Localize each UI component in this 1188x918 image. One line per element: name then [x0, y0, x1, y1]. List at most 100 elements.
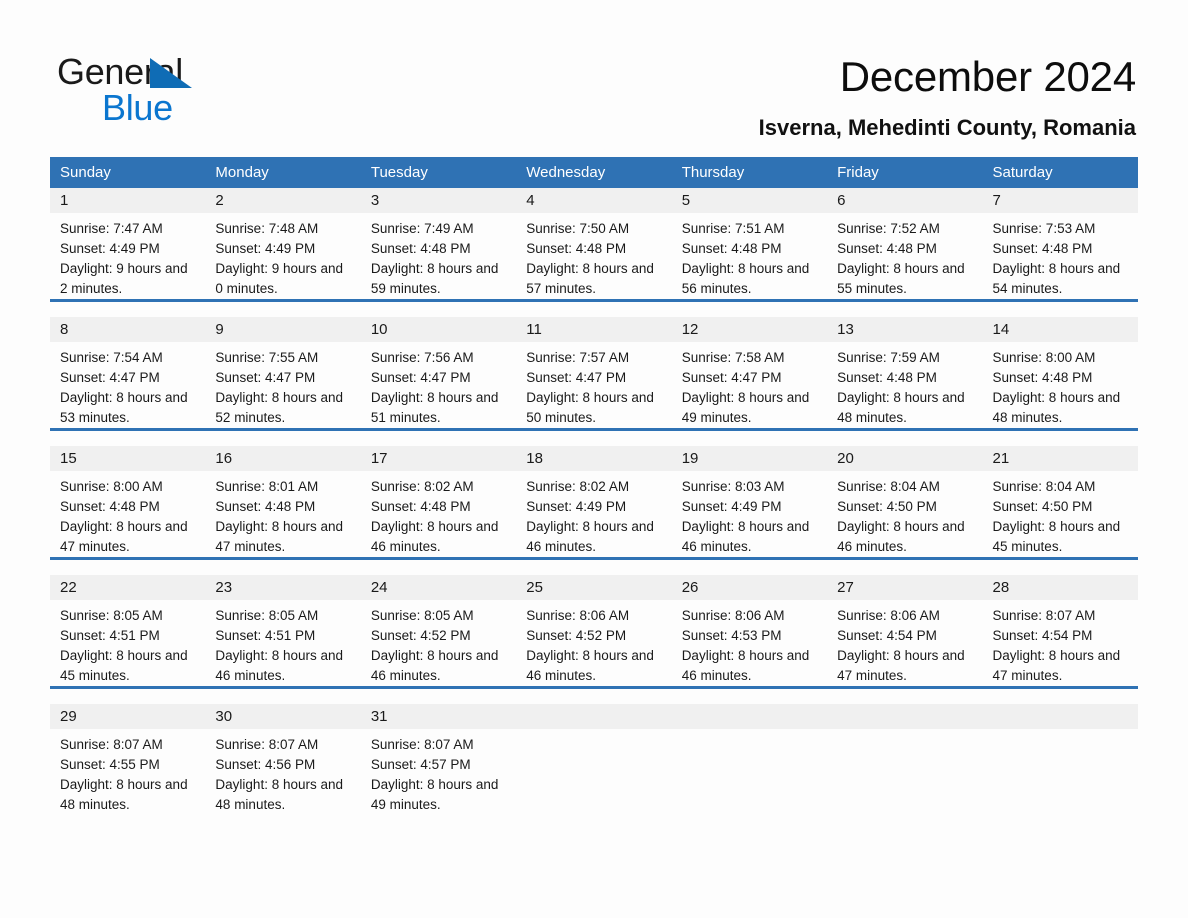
sunrise-text: Sunrise: 8:01 AM	[215, 479, 319, 494]
weekday-header-wednesday: Wednesday	[526, 164, 606, 181]
sunset-text: Sunset: 4:50 PM	[837, 499, 937, 514]
day-number[interactable]: 5	[672, 188, 827, 213]
day-number[interactable]: 18	[516, 446, 671, 471]
day-cell[interactable]: Sunrise: 8:06 AM Sunset: 4:53 PM Daylight:…	[672, 600, 827, 686]
day-cell[interactable]: Sunrise: 8:03 AM Sunset: 4:49 PM Daylight:…	[672, 471, 827, 557]
day-number[interactable]: 16	[205, 446, 360, 471]
day-number[interactable]: 26	[672, 575, 827, 600]
day-cell[interactable]: Sunrise: 7:57 AM Sunset: 4:47 PM Daylight:…	[516, 342, 671, 428]
day-number[interactable]: 6	[827, 188, 982, 213]
sunrise-text: Sunrise: 8:06 AM	[837, 608, 940, 623]
day-number[interactable]: 11	[516, 317, 671, 342]
day-cell[interactable]: Sunrise: 7:56 AM Sunset: 4:47 PM Daylight:…	[361, 342, 516, 428]
day-number[interactable]: 14	[983, 317, 1138, 342]
day-cell[interactable]: Sunrise: 7:47 AM Sunset: 4:49 PM Daylight:…	[50, 213, 205, 299]
day-number[interactable]: 25	[516, 575, 671, 600]
day-detail-row: Sunrise: 7:47 AM Sunset: 4:49 PM Daylight:…	[50, 213, 1138, 299]
day-cell[interactable]: Sunrise: 8:02 AM Sunset: 4:48 PM Daylight:…	[361, 471, 516, 557]
day-cell[interactable]: Sunrise: 8:06 AM Sunset: 4:52 PM Daylight:…	[516, 600, 671, 686]
day-number[interactable]: 28	[983, 575, 1138, 600]
daylight-text: Daylight: 8 hours and 46 minutes.	[681, 519, 810, 554]
sunset-text: Sunset: 4:49 PM	[215, 241, 316, 256]
day-detail-row: Sunrise: 8:05 AM Sunset: 4:51 PM Daylight:…	[50, 600, 1138, 686]
day-number[interactable]: 1	[50, 188, 205, 213]
daylight-text: Daylight: 8 hours and 48 minutes.	[837, 390, 965, 425]
day-number[interactable]: 27	[827, 575, 982, 600]
day-number[interactable]: 17	[361, 446, 516, 471]
daylight-text: Daylight: 8 hours and 55 minutes.	[837, 261, 965, 296]
day-cell[interactable]: Sunrise: 8:00 AM Sunset: 4:48 PM Daylight:…	[50, 471, 205, 557]
day-number[interactable]: 9	[205, 317, 360, 342]
day-cell[interactable]: Sunrise: 7:54 AM Sunset: 4:47 PM Daylight:…	[50, 342, 205, 428]
daylight-text: Daylight: 8 hours and 48 minutes.	[215, 777, 343, 812]
sunrise-text: Sunrise: 7:53 AM	[992, 221, 1096, 236]
day-number[interactable]: 4	[516, 188, 671, 213]
day-cell[interactable]: Sunrise: 8:04 AM Sunset: 4:50 PM Daylight:…	[983, 471, 1138, 557]
sunrise-text: Sunrise: 7:56 AM	[370, 350, 474, 365]
day-cell[interactable]: Sunrise: 8:01 AM Sunset: 4:48 PM Daylight:…	[205, 471, 360, 557]
daylight-text: Daylight: 8 hours and 47 minutes.	[837, 648, 965, 683]
day-cell[interactable]: Sunrise: 8:07 AM Sunset: 4:55 PM Daylight:…	[50, 729, 205, 815]
day-cell[interactable]: Sunrise: 7:48 AM Sunset: 4:49 PM Daylight:…	[205, 213, 360, 299]
sunset-text: Sunset: 4:49 PM	[526, 499, 627, 514]
day-cell[interactable]: Sunrise: 8:06 AM Sunset: 4:54 PM Daylight:…	[827, 600, 982, 686]
sunset-text: Sunset: 4:56 PM	[215, 757, 316, 772]
daylight-text: Daylight: 8 hours and 51 minutes.	[370, 390, 499, 425]
day-number-row: 8 9 10 11 12 13 14	[50, 317, 1138, 342]
day-cell[interactable]: Sunrise: 7:58 AM Sunset: 4:47 PM Daylight:…	[672, 342, 827, 428]
day-cell[interactable]: Sunrise: 8:05 AM Sunset: 4:51 PM Daylight:…	[205, 600, 360, 686]
day-cell[interactable]: Sunrise: 8:07 AM Sunset: 4:56 PM Daylight:…	[205, 729, 360, 815]
sunrise-text: Sunrise: 8:05 AM	[370, 608, 474, 623]
day-number[interactable]: 19	[672, 446, 827, 471]
day-cell[interactable]: Sunrise: 7:51 AM Sunset: 4:48 PM Daylight:…	[672, 213, 827, 299]
day-number[interactable]: 13	[827, 317, 982, 342]
sunrise-text: Sunrise: 8:04 AM	[837, 479, 940, 494]
day-cell[interactable]: Sunrise: 8:04 AM Sunset: 4:50 PM Daylight:…	[827, 471, 982, 557]
page-subtitle: Isverna, Mehedinti County, Romania	[758, 115, 1136, 140]
day-cell[interactable]: Sunrise: 7:59 AM Sunset: 4:48 PM Daylight:…	[827, 342, 982, 428]
daylight-text: Daylight: 9 hours and 0 minutes.	[215, 261, 343, 296]
sunrise-text: Sunrise: 8:00 AM	[992, 350, 1096, 365]
day-number[interactable]: 8	[50, 317, 205, 342]
day-number[interactable]: 21	[983, 446, 1138, 471]
day-cell-empty	[516, 729, 671, 815]
day-number[interactable]: 22	[50, 575, 205, 600]
day-cell[interactable]: Sunrise: 8:00 AM Sunset: 4:48 PM Daylight:…	[983, 342, 1138, 428]
day-number[interactable]: 29	[50, 704, 205, 729]
day-number[interactable]: 24	[361, 575, 516, 600]
week-row: 1 2 3 4 5 6 7 Sunrise: 7:47 AM Sunset: 4:49 PM Da…	[50, 188, 1138, 299]
sunset-text: Sunset: 4:48 PM	[837, 370, 937, 385]
sunset-text: Sunset: 4:51 PM	[60, 628, 160, 643]
day-number[interactable]: 23	[205, 575, 360, 600]
sunrise-text: Sunrise: 8:06 AM	[681, 608, 785, 623]
daylight-text: Daylight: 8 hours and 46 minutes.	[526, 519, 654, 554]
day-cell[interactable]: Sunrise: 8:07 AM Sunset: 4:54 PM Daylight:…	[983, 600, 1138, 686]
day-number[interactable]: 7	[983, 188, 1138, 213]
day-number[interactable]: 30	[205, 704, 360, 729]
day-cell[interactable]: Sunrise: 8:02 AM Sunset: 4:49 PM Daylight:…	[516, 471, 671, 557]
sunset-text: Sunset: 4:48 PM	[681, 241, 782, 256]
day-cell[interactable]: Sunrise: 7:49 AM Sunset: 4:48 PM Daylight:…	[361, 213, 516, 299]
day-number[interactable]: 20	[827, 446, 982, 471]
day-cell[interactable]: Sunrise: 7:52 AM Sunset: 4:48 PM Daylight:…	[827, 213, 982, 299]
day-number[interactable]: 31	[361, 704, 516, 729]
day-number[interactable]: 10	[361, 317, 516, 342]
day-cell[interactable]: Sunrise: 7:50 AM Sunset: 4:48 PM Daylight:…	[516, 213, 671, 299]
day-cell[interactable]: Sunrise: 8:05 AM Sunset: 4:51 PM Daylight:…	[50, 600, 205, 686]
day-cell[interactable]: Sunrise: 8:07 AM Sunset: 4:57 PM Daylight:…	[361, 729, 516, 815]
sunrise-text: Sunrise: 7:51 AM	[681, 221, 785, 236]
day-cell[interactable]: Sunrise: 8:05 AM Sunset: 4:52 PM Daylight:…	[361, 600, 516, 686]
daylight-text: Daylight: 8 hours and 50 minutes.	[526, 390, 654, 425]
weekday-header-sunday: Sunday	[60, 164, 111, 181]
daylight-text: Daylight: 8 hours and 49 minutes.	[681, 390, 810, 425]
day-number-empty	[672, 704, 827, 729]
week-row: 22 23 24 25 26 27 28 Sunrise: 8:05 AM Sunset: 4:…	[50, 557, 1138, 686]
day-number[interactable]: 3	[361, 188, 516, 213]
day-cell[interactable]: Sunrise: 7:55 AM Sunset: 4:47 PM Daylight:…	[205, 342, 360, 428]
day-number[interactable]: 15	[50, 446, 205, 471]
day-cell[interactable]: Sunrise: 7:53 AM Sunset: 4:48 PM Daylight:…	[983, 213, 1138, 299]
day-number-empty	[983, 704, 1138, 729]
sunrise-text: Sunrise: 8:02 AM	[370, 479, 474, 494]
day-number[interactable]: 2	[205, 188, 360, 213]
day-number[interactable]: 12	[672, 317, 827, 342]
